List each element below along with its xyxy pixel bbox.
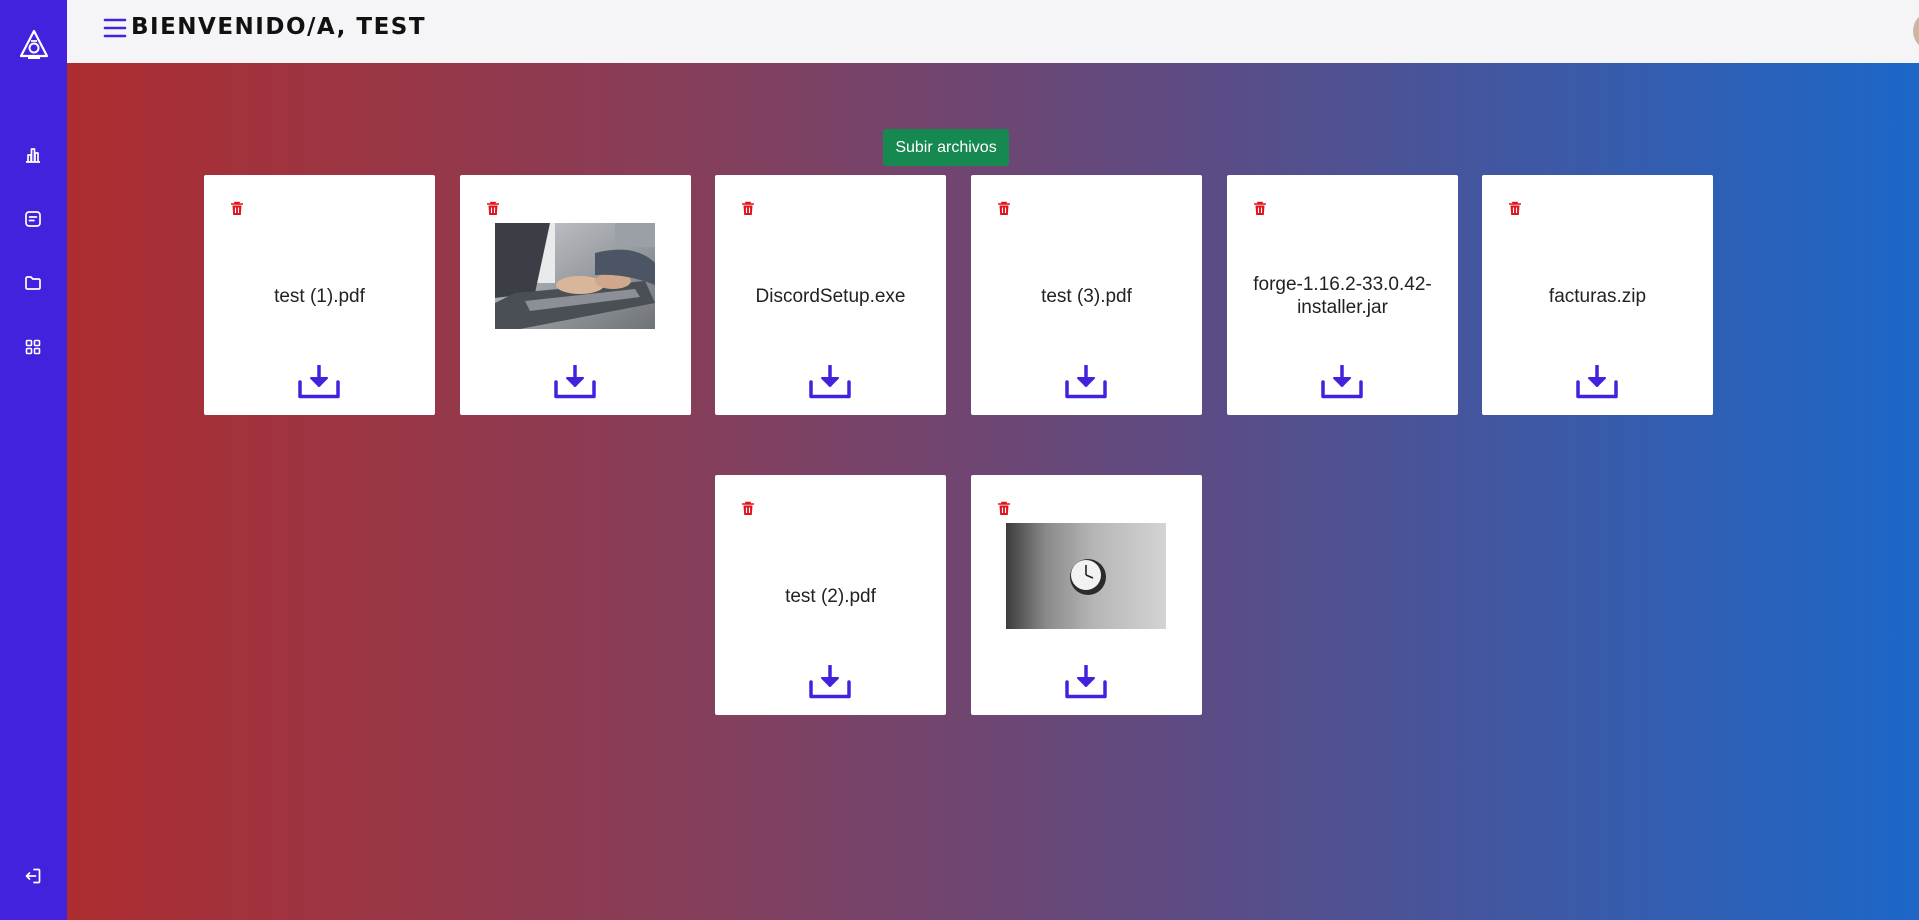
grid-icon xyxy=(25,339,41,355)
file-name: test (3).pdf xyxy=(1041,285,1132,307)
file-card[interactable]: test (3).pdf xyxy=(971,175,1202,415)
trash-icon[interactable] xyxy=(741,501,755,516)
file-card[interactable]: facturas.zip xyxy=(1482,175,1713,415)
file-name: test (2).pdf xyxy=(785,585,876,607)
file-card[interactable]: forge-1.16.2-33.0.42-installer.jar xyxy=(1227,175,1458,415)
file-name: facturas.zip xyxy=(1548,285,1647,307)
download-icon[interactable] xyxy=(1065,364,1107,399)
folder-icon xyxy=(25,276,41,290)
file-name: forge-1.16.2-33.0.42-installer.jar xyxy=(1253,274,1432,318)
trash-icon[interactable] xyxy=(997,501,1011,516)
sidebar-item-files[interactable] xyxy=(20,270,46,296)
top-bar: Bienvenido/a, test xyxy=(67,0,1919,63)
sidebar-item-notes[interactable] xyxy=(20,206,46,232)
file-thumbnail xyxy=(1006,523,1166,629)
logout-button[interactable] xyxy=(20,863,46,889)
trash-icon[interactable] xyxy=(230,201,244,216)
trash-icon[interactable] xyxy=(741,201,755,216)
download-icon[interactable] xyxy=(809,664,851,699)
note-icon xyxy=(25,211,41,227)
logo-icon[interactable] xyxy=(18,29,50,61)
page-title: Bienvenido/a, test xyxy=(131,14,427,40)
download-icon[interactable] xyxy=(1321,364,1363,399)
file-card[interactable]: DiscordSetup.exe xyxy=(715,175,946,415)
file-card[interactable] xyxy=(971,475,1202,715)
sidebar-item-apps[interactable] xyxy=(20,334,46,360)
file-card[interactable]: test (2).pdf xyxy=(715,475,946,715)
trash-icon[interactable] xyxy=(1508,201,1522,216)
download-icon[interactable] xyxy=(809,364,851,399)
upload-button[interactable]: Subir archivos xyxy=(883,129,1009,166)
file-name: DiscordSetup.exe xyxy=(755,285,906,307)
download-icon[interactable] xyxy=(554,364,596,399)
download-icon[interactable] xyxy=(1065,664,1107,699)
download-icon[interactable] xyxy=(1576,364,1618,399)
hamburger-menu-icon[interactable] xyxy=(103,17,127,39)
avatar[interactable] xyxy=(1913,11,1919,51)
sidebar xyxy=(0,0,67,920)
file-card[interactable] xyxy=(460,175,691,415)
logout-icon xyxy=(25,868,41,884)
file-thumbnail xyxy=(495,223,655,329)
file-gallery: Subir archivos test (1).pdf DiscordSetup.… xyxy=(67,63,1919,920)
file-name: test (1).pdf xyxy=(274,285,365,307)
trash-icon[interactable] xyxy=(486,201,500,216)
bar-chart-icon xyxy=(26,148,40,163)
download-icon[interactable] xyxy=(298,364,340,399)
trash-icon[interactable] xyxy=(997,201,1011,216)
trash-icon[interactable] xyxy=(1253,201,1267,216)
file-card[interactable]: test (1).pdf xyxy=(204,175,435,415)
sidebar-item-stats[interactable] xyxy=(20,142,46,168)
